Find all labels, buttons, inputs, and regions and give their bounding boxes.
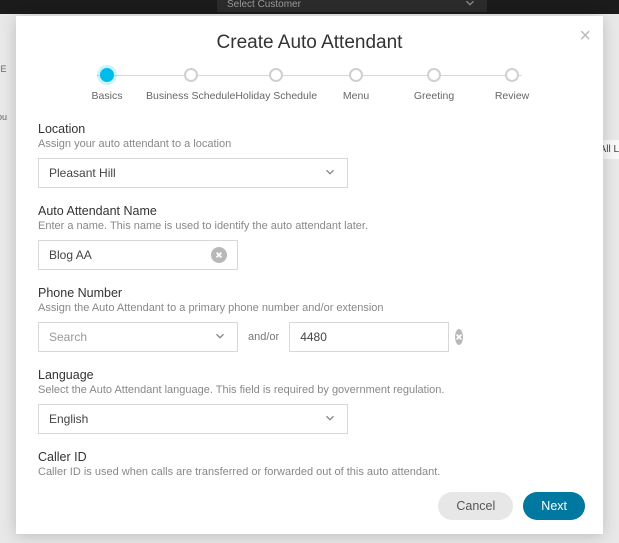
modal-title: Create Auto Attendant [16, 16, 603, 68]
location-value: Pleasant Hill [49, 166, 116, 180]
language-value: English [49, 412, 88, 426]
chevron-down-icon [323, 411, 337, 428]
name-input[interactable] [49, 248, 211, 262]
chevron-down-icon [213, 329, 227, 346]
step-label: Business Schedule [146, 90, 235, 102]
step-review[interactable]: Review [473, 68, 551, 102]
next-button[interactable]: Next [523, 492, 585, 520]
language-field: Language Select the Auto Attendant langu… [38, 368, 581, 434]
modal-body: Location Assign your auto attendant to a… [16, 104, 603, 484]
phone-number-select[interactable]: Search [38, 322, 238, 352]
name-input-wrap [38, 240, 238, 270]
chevron-down-icon [323, 165, 337, 182]
field-title: Auto Attendant Name [38, 204, 581, 218]
clear-icon[interactable] [455, 329, 463, 345]
field-desc: Enter a name. This name is used to ident… [38, 220, 581, 232]
step-dot-icon [184, 68, 198, 82]
step-label: Basics [92, 90, 123, 102]
step-menu[interactable]: Menu [317, 68, 395, 102]
wizard-stepper: Basics Business Schedule Holiday Schedul… [68, 68, 551, 102]
location-field: Location Assign your auto attendant to a… [38, 122, 581, 188]
field-desc: Select the Auto Attendant language. This… [38, 384, 581, 396]
step-holiday-schedule[interactable]: Holiday Schedule [235, 68, 317, 102]
step-business-schedule[interactable]: Business Schedule [146, 68, 235, 102]
chevron-down-icon [463, 0, 477, 15]
andor-label: and/or [248, 331, 279, 343]
step-dot-icon [427, 68, 441, 82]
phone-number-placeholder: Search [49, 330, 87, 344]
location-select[interactable]: Pleasant Hill [38, 158, 348, 188]
field-desc: Caller ID is used when calls are transfe… [38, 466, 581, 478]
step-label: Menu [343, 90, 369, 102]
field-title: Language [38, 368, 581, 382]
field-desc: Assign the Auto Attendant to a primary p… [38, 302, 581, 314]
field-title: Caller ID [38, 450, 581, 464]
create-auto-attendant-modal: × Create Auto Attendant Basics Business … [16, 16, 603, 534]
extension-input-wrap [289, 322, 449, 352]
field-title: Location [38, 122, 581, 136]
bg-left-text: DE rou [0, 60, 7, 126]
language-select[interactable]: English [38, 404, 348, 434]
step-basics[interactable]: Basics [68, 68, 146, 102]
cancel-button[interactable]: Cancel [438, 492, 513, 520]
caller-id-field: Caller ID Caller ID is used when calls a… [38, 450, 581, 484]
close-icon[interactable]: × [579, 26, 591, 46]
step-label: Greeting [414, 90, 454, 102]
step-dot-icon [349, 68, 363, 82]
field-title: Phone Number [38, 286, 581, 300]
step-greeting[interactable]: Greeting [395, 68, 473, 102]
step-label: Review [495, 90, 529, 102]
customer-selector-label: Select Customer [227, 0, 301, 12]
step-dot-icon [505, 68, 519, 82]
customer-selector[interactable]: Select Customer [217, 0, 487, 12]
phone-field: Phone Number Assign the Auto Attendant t… [38, 286, 581, 352]
clear-icon[interactable] [211, 247, 227, 263]
step-label: Holiday Schedule [235, 90, 317, 102]
stepper-line [97, 75, 522, 76]
step-dot-icon [269, 68, 283, 82]
name-field: Auto Attendant Name Enter a name. This n… [38, 204, 581, 270]
step-dot-icon [100, 68, 114, 82]
field-desc: Assign your auto attendant to a location [38, 138, 581, 150]
modal-footer: Cancel Next [16, 484, 603, 534]
extension-input[interactable] [300, 330, 455, 344]
